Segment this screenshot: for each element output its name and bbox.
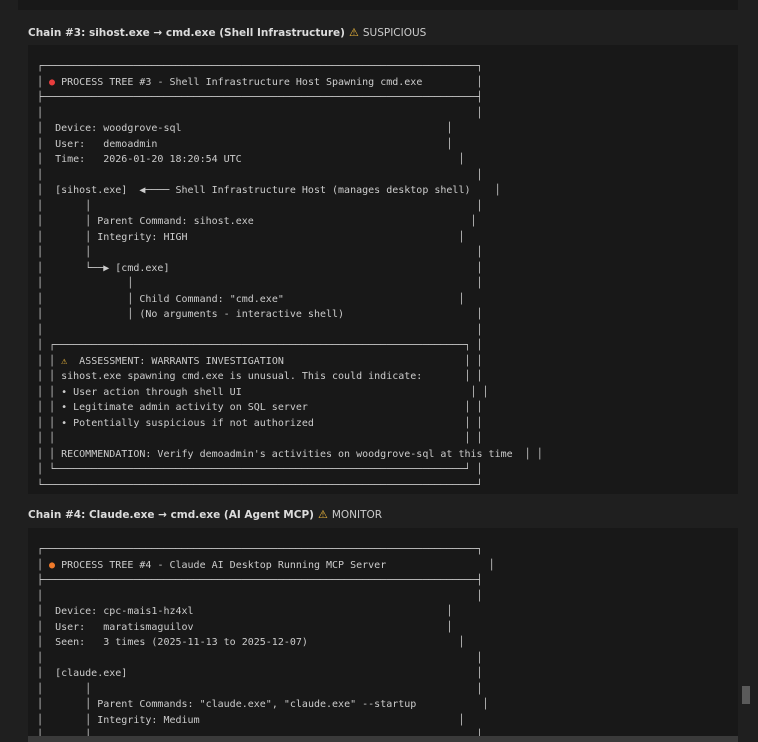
device-value: woodgrove-sql: [103, 123, 182, 134]
horizontal-scrollbar[interactable]: [28, 736, 738, 742]
user-value: maratismaguilov: [103, 621, 194, 633]
warning-icon: ⚠: [317, 508, 328, 521]
orange-circle-icon: ●: [49, 559, 56, 571]
chain-4-heading: Chain #4: Claude.exe → cmd.exe (AI Agent…: [28, 508, 382, 521]
chain-3-status: SUSPICIOUS: [362, 26, 427, 39]
parent-process: [claude.exe]: [55, 668, 128, 679]
warning-icon: ⚠: [348, 26, 359, 39]
process-tree-4: ┌───────────────────────────────────────…: [37, 544, 495, 741]
child-process: [cmd.exe]: [115, 262, 170, 274]
chain-4-code-block[interactable]: ┌───────────────────────────────────────…: [28, 528, 738, 742]
user-value: demoadmin: [103, 138, 158, 150]
vertical-scrollbar-thumb[interactable]: [742, 686, 750, 704]
seen-value: 3 times (2025-11-13 to 2025-12-07): [103, 637, 308, 648]
chain-3-title: Chain #3: sihost.exe → cmd.exe (Shell In…: [28, 26, 345, 39]
red-circle-icon: ●: [49, 76, 56, 88]
warning-icon: ⚠: [61, 355, 68, 367]
chain-4-status: MONITOR: [331, 508, 383, 521]
previous-block-end: [18, 0, 738, 10]
time-value: 2026-01-20 18:20:54 UTC: [103, 154, 242, 165]
device-value: cpc-mais1-hz4xl: [103, 606, 194, 617]
chain-4-title: Chain #4: Claude.exe → cmd.exe (AI Agent…: [28, 508, 314, 521]
parent-process: [sihost.exe]: [55, 185, 128, 196]
chain-3-heading: Chain #3: sihost.exe → cmd.exe (Shell In…: [28, 26, 426, 39]
chain-3-code-block[interactable]: ┌───────────────────────────────────────…: [28, 45, 738, 494]
process-tree-3: ┌───────────────────────────────────────…: [37, 61, 543, 491]
